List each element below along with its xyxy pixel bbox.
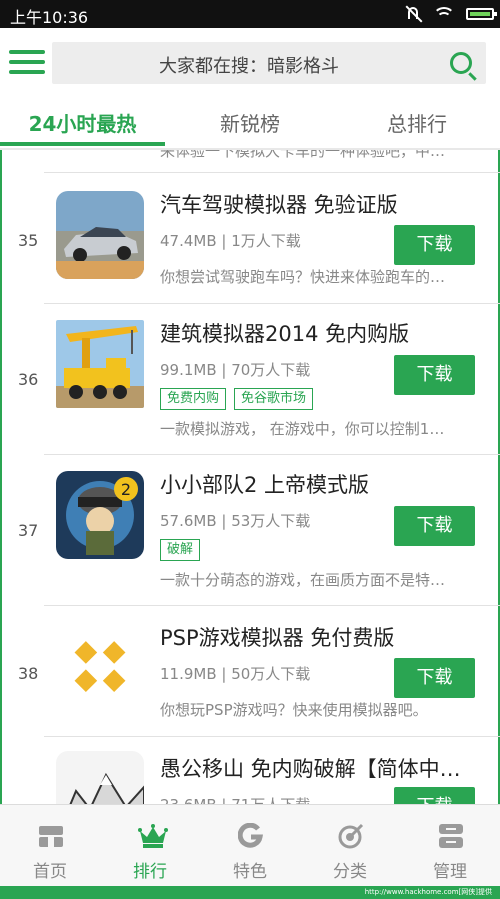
search-input[interactable]: 大家都在搜：暗影格斗 [52, 42, 486, 84]
nav-ranking-label: 排行 [133, 862, 167, 882]
app-icon-psp-emulator[interactable] [56, 624, 144, 712]
app-desc: 一款十分萌态的游戏，在画质方面不是特… [160, 571, 446, 589]
app-title[interactable]: 建筑模拟器2014 免内购版 [160, 318, 475, 348]
download-button[interactable]: 下载 [394, 658, 475, 698]
tag-free-iap: 免费内购 [160, 388, 227, 410]
app-meta: 57.6MB | 53万人下载 [160, 512, 311, 530]
nav-featured[interactable]: 特色 [200, 805, 300, 887]
tag-no-google-play: 免谷歌市场 [234, 388, 314, 410]
app-meta: 99.1MB | 70万人下载 [160, 361, 311, 379]
search-icon[interactable] [450, 52, 472, 74]
tag-cracked: 破解 [160, 539, 201, 561]
app-title[interactable]: 小小部队2 上帝模式版 [160, 469, 475, 499]
list-item[interactable]: 35 汽车驾驶模拟器 免验证版 47.4MB | 1万人下载 你想尝试驾驶跑车吗… [0, 173, 500, 303]
app-meta: 23.6MB | 71万人下载 [160, 794, 310, 804]
notifications-muted-icon [404, 5, 422, 23]
g-letter-icon [237, 822, 264, 849]
nav-manage[interactable]: 管理 [400, 805, 500, 887]
app-icon-car-simulator[interactable] [56, 191, 144, 279]
app-desc: 一款模拟游戏， 在游戏中，你可以控制1… [160, 420, 445, 438]
bottom-accent-bar: http://www.hackhome.com[网侠]提供 [0, 886, 500, 899]
tab-total-ranking[interactable]: 总排行 [334, 108, 500, 137]
nav-manage-label: 管理 [433, 862, 467, 882]
app-title[interactable]: PSP游戏模拟器 免付费版 [160, 622, 475, 652]
download-button[interactable]: 下载 [394, 506, 475, 546]
svg-text:2: 2 [121, 480, 131, 499]
ranking-tabs: 24小时最热 新锐榜 总排行 [0, 96, 500, 150]
app-title[interactable]: 愚公移山 免内购破解【简体中… [160, 753, 475, 783]
app-meta: 47.4MB | 1万人下载 [160, 232, 301, 250]
app-icon-yugong[interactable] [56, 751, 144, 804]
rank-number: 38 [18, 664, 39, 683]
list-item[interactable]: 38 PSP游戏模拟器 免付费版 11.9MB | 50万人下载 你想玩PSP游… [0, 606, 500, 736]
list-item[interactable]: 37 2 小小部队2 上帝模式版 57.6MB | 53万人下载 破解 一款十分… [0, 455, 500, 605]
bottom-nav: 首页 排行 特色 分类 管理 [0, 804, 500, 887]
target-icon [338, 823, 364, 849]
app-title[interactable]: 汽车驾驶模拟器 免验证版 [160, 189, 475, 219]
search-hint: 大家都在搜：暗影格斗 [159, 56, 339, 77]
status-bar: 上午10:36 [0, 0, 500, 28]
tab-new-rising[interactable]: 新锐榜 [167, 108, 333, 137]
nav-home[interactable]: 首页 [0, 805, 100, 887]
menu-icon[interactable] [9, 50, 45, 74]
rank-number: 35 [18, 231, 39, 250]
tag-list: 免费内购 免谷歌市场 [160, 388, 314, 410]
download-button[interactable]: 下载 [394, 787, 475, 804]
wifi-icon [433, 7, 455, 21]
download-button[interactable]: 下载 [394, 225, 475, 265]
tab-24h-hot[interactable]: 24小时最热 [0, 108, 165, 137]
partial-previous-desc: 来体验一下模拟大卡车的一种体验吧，中… [160, 150, 446, 160]
battery-icon [466, 8, 497, 20]
download-button[interactable]: 下载 [394, 355, 475, 395]
status-time: 上午10:36 [10, 8, 89, 27]
list-item[interactable]: 愚公移山 免内购破解【简体中… 23.6MB | 71万人下载 下载 [0, 737, 500, 804]
manage-icon [438, 823, 464, 849]
app-icon-construction-simulator[interactable] [56, 320, 144, 408]
nav-category[interactable]: 分类 [300, 805, 400, 887]
list-item[interactable]: 36 建筑模拟器2014 免内购版 99.1MB | 70万人下载 免费内购 免… [0, 304, 500, 454]
status-icons [404, 5, 497, 23]
nav-home-label: 首页 [33, 862, 67, 882]
app-desc: 你想尝试驾驶跑车吗？快进来体验跑车的… [160, 268, 446, 286]
watermark: http://www.hackhome.com[网侠]提供 [364, 888, 492, 896]
app-list[interactable]: 来体验一下模拟大卡车的一种体验吧，中… 35 汽车驾驶模拟器 免验证版 47.4… [0, 150, 500, 804]
tag-list: 破解 [160, 539, 201, 561]
nav-ranking[interactable]: 排行 [100, 805, 200, 887]
rank-number: 37 [18, 521, 39, 540]
app-desc: 你想玩PSP游戏吗？快来使用模拟器吧。 [160, 701, 428, 719]
nav-featured-label: 特色 [233, 862, 267, 882]
nav-category-label: 分类 [333, 862, 367, 882]
rank-number: 36 [18, 370, 39, 389]
crown-icon [138, 823, 168, 849]
active-tab-indicator [0, 142, 165, 146]
home-icon [38, 823, 64, 849]
app-icon-tiny-troopers[interactable]: 2 [56, 471, 144, 559]
app-meta: 11.9MB | 50万人下载 [160, 665, 311, 683]
